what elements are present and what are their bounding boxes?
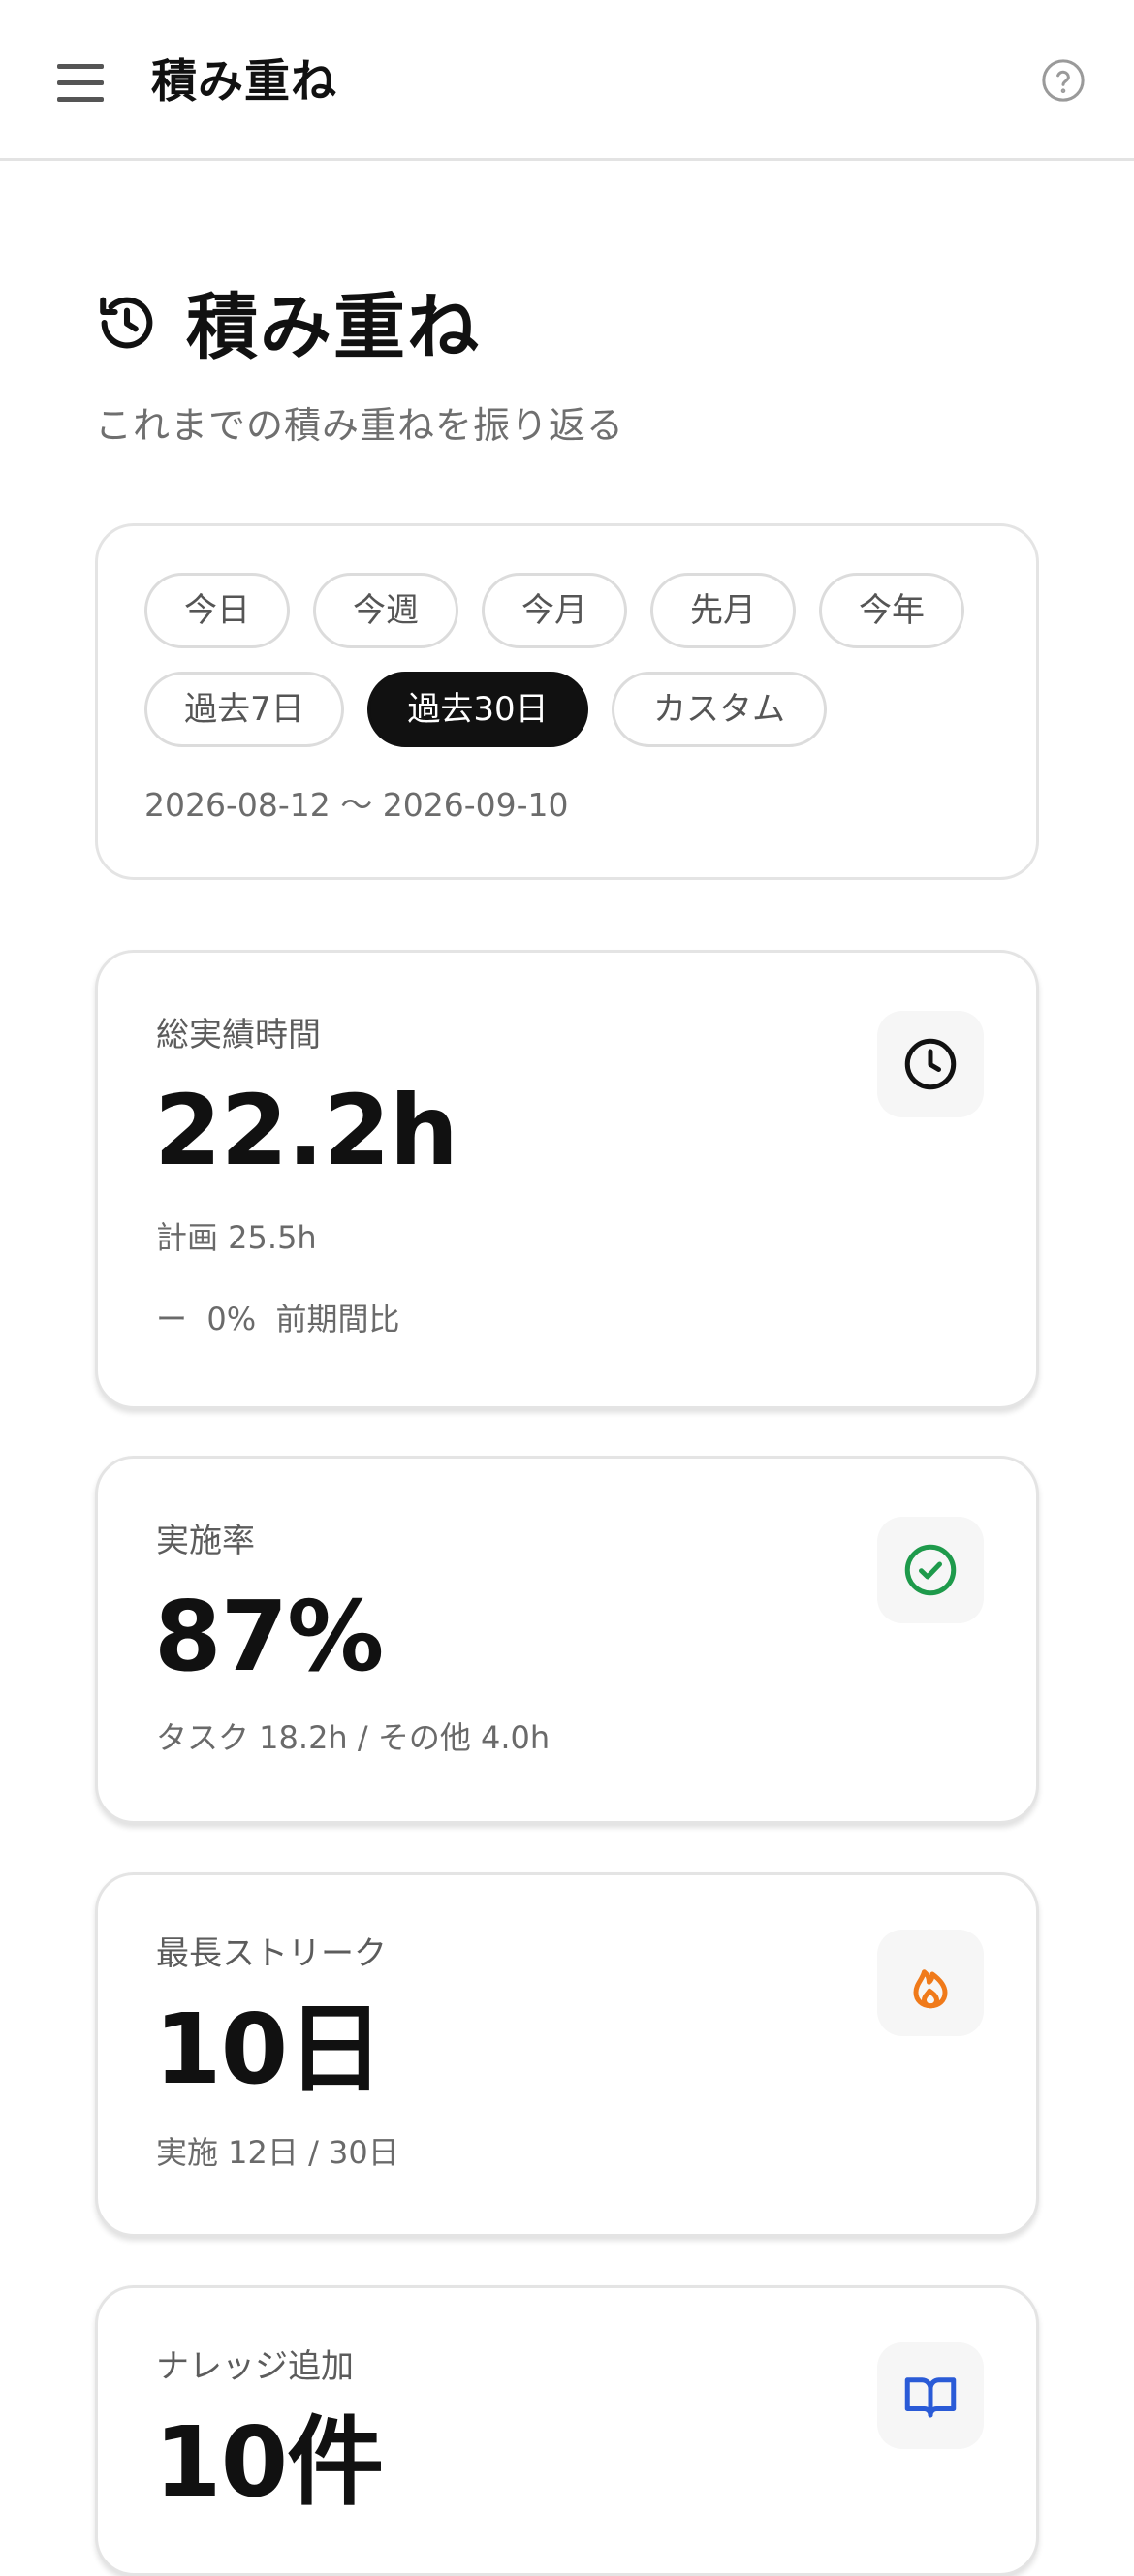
stat-value: 10日 <box>154 1993 384 2106</box>
stat-card-longest-streak: 最長ストリーク 10日 実施 12日 / 30日 <box>95 1872 1039 2237</box>
period-filter-card: 今日 今週 今月 先月 今年 過去7日 過去30日 カスタム 2026-08-1… <box>95 523 1039 880</box>
stat-days-done: 実施 12日 / 30日 <box>156 2134 399 2171</box>
stat-breakdown: タスク 18.2h / その他 4.0h <box>156 1719 551 1756</box>
chip-last-month[interactable]: 先月 <box>650 573 796 648</box>
page-subtitle: これまでの積み重ねを振り返る <box>95 404 625 447</box>
chip-last-7-days[interactable]: 過去7日 <box>144 672 344 747</box>
stat-label: 実施率 <box>156 1522 255 1560</box>
stat-card-completion-rate: 実施率 87% タスク 18.2h / その他 4.0h <box>95 1456 1039 1824</box>
stat-value: 10件 <box>154 2405 384 2519</box>
clock-icon <box>877 1011 984 1117</box>
stat-period-comparison: ー 0% 前期間比 <box>156 1301 400 1337</box>
stat-planned: 計画 25.5h <box>156 1219 317 1256</box>
stat-value: 87% <box>154 1580 384 1693</box>
date-range: 2026-08-12 〜 2026-09-10 <box>144 786 569 824</box>
app-bar-title: 積み重ね <box>151 55 337 109</box>
chip-custom[interactable]: カスタム <box>612 672 827 747</box>
chip-this-year[interactable]: 今年 <box>819 573 964 648</box>
stat-label: 総実績時間 <box>156 1016 321 1054</box>
stat-label: ナレッジ追加 <box>156 2347 354 2386</box>
chip-today[interactable]: 今日 <box>144 573 290 648</box>
menu-icon[interactable] <box>50 52 110 112</box>
flame-icon <box>877 1930 984 2036</box>
chip-this-month[interactable]: 今月 <box>482 573 627 648</box>
book-open-icon <box>877 2342 984 2449</box>
page-title: 積み重ね <box>186 286 481 369</box>
app-bar: 積み重ね <box>0 0 1134 161</box>
history-icon <box>100 297 153 349</box>
help-circle-icon[interactable] <box>1041 58 1086 103</box>
stat-card-total-time: 総実績時間 22.2h 計画 25.5h ー 0% 前期間比 <box>95 950 1039 1409</box>
stat-label: 最長ストリーク <box>156 1934 387 1973</box>
stat-card-knowledge-added: ナレッジ追加 10件 <box>95 2285 1039 2576</box>
chip-last-30-days[interactable]: 過去30日 <box>367 672 588 747</box>
stat-value: 22.2h <box>154 1074 458 1187</box>
check-circle-icon <box>877 1517 984 1623</box>
chip-this-week[interactable]: 今週 <box>313 573 458 648</box>
